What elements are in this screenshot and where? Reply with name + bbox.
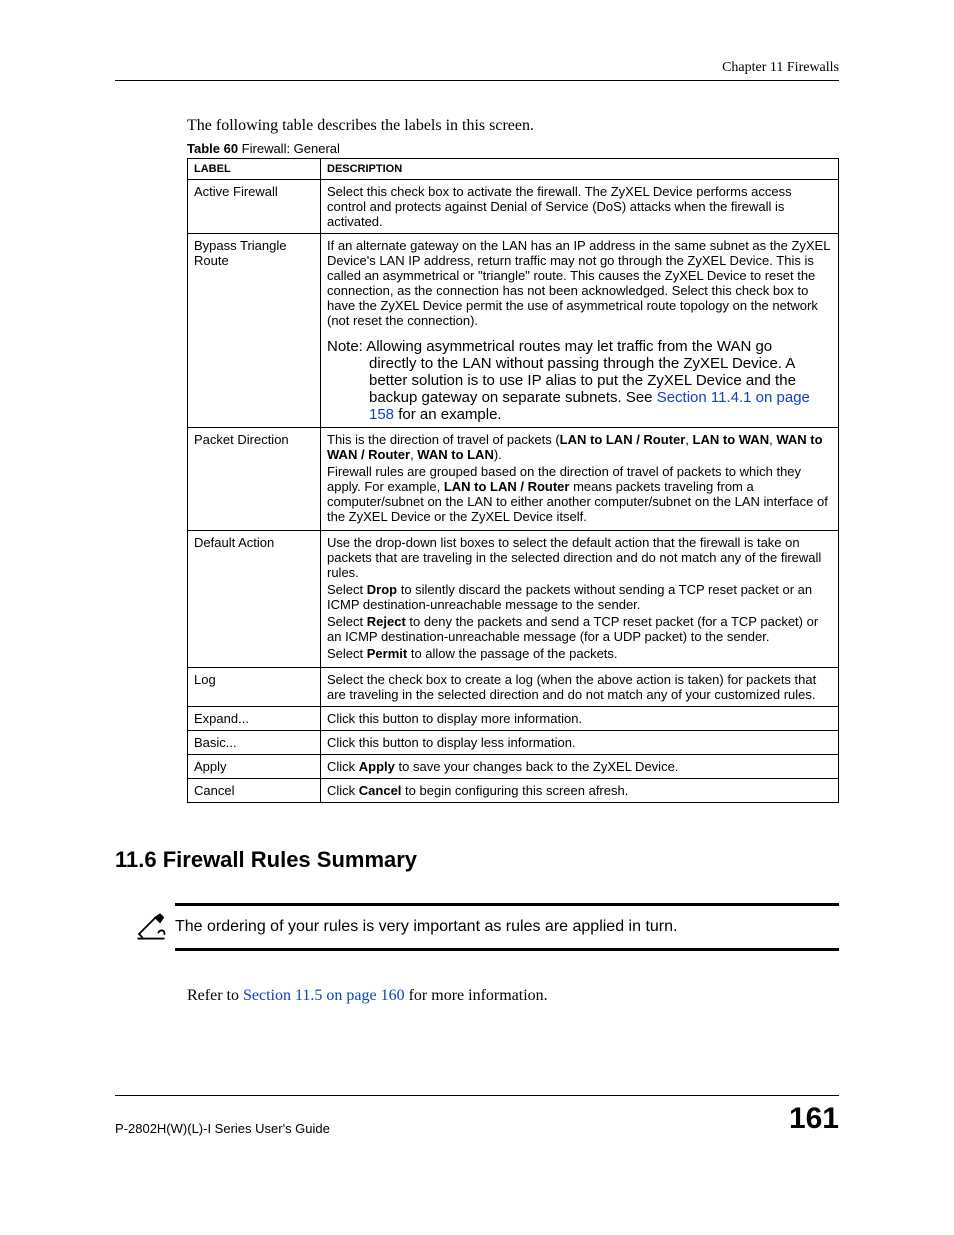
t: Drop [367, 582, 397, 597]
t: Permit [367, 646, 407, 661]
section-heading: 11.6 Firewall Rules Summary [115, 847, 839, 873]
t: to begin configuring this screen afresh. [401, 783, 628, 798]
section-link[interactable]: Section 11.5 on page 160 [243, 987, 405, 1004]
row-label: Apply [188, 755, 321, 779]
row-label: Basic... [188, 731, 321, 755]
t: Select [327, 646, 367, 661]
pd-line2: Firewall rules are grouped based on the … [327, 464, 832, 524]
firewall-general-table: LABEL DESCRIPTION Active Firewall Select… [187, 158, 839, 803]
note-lead: Note: Allowing asymmetrical routes may l… [327, 338, 772, 355]
table-row: Packet Direction This is the direction o… [188, 428, 839, 531]
table-row: Basic... Click this button to display le… [188, 731, 839, 755]
row-label: Packet Direction [188, 428, 321, 531]
t: Apply [359, 759, 395, 774]
refer-text: Refer to Section 11.5 on page 160 for mo… [187, 987, 839, 1005]
da-p4: Select Permit to allow the passage of th… [327, 646, 832, 661]
t: Click [327, 783, 359, 798]
t: Select [327, 582, 367, 597]
pd-line1: This is the direction of travel of packe… [327, 432, 832, 462]
footer-guide-name: P-2802H(W)(L)-I Series User's Guide [115, 1121, 330, 1136]
note-icon [127, 907, 175, 948]
table-row: Bypass Triangle Route If an alternate ga… [188, 234, 839, 428]
t: to silently discard the packets without … [327, 582, 812, 612]
row-label: Default Action [188, 531, 321, 668]
t: WAN to LAN [417, 447, 494, 462]
content-area: The following table describes the labels… [187, 117, 839, 1005]
t: for more information. [405, 987, 548, 1004]
page-number: 161 [789, 1102, 839, 1136]
table-row: Apply Click Apply to save your changes b… [188, 755, 839, 779]
t: Reject [367, 614, 406, 629]
note-body: directly to the LAN without passing thro… [327, 355, 832, 423]
t: to save your changes back to the ZyXEL D… [395, 759, 679, 774]
note-text: The ordering of your rules is very impor… [175, 903, 839, 951]
col-description: DESCRIPTION [321, 159, 839, 180]
intro-text: The following table describes the labels… [187, 117, 839, 135]
table-header-row: LABEL DESCRIPTION [188, 159, 839, 180]
table-row: Default Action Use the drop-down list bo… [188, 531, 839, 668]
bypass-note: Note: Allowing asymmetrical routes may l… [327, 338, 832, 423]
bypass-desc: If an alternate gateway on the LAN has a… [327, 238, 832, 328]
row-desc: Click this button to display more inform… [321, 707, 839, 731]
da-p2: Select Drop to silently discard the pack… [327, 582, 832, 612]
row-desc: Use the drop-down list boxes to select t… [321, 531, 839, 668]
row-label: Active Firewall [188, 180, 321, 234]
page: Chapter 11 Firewalls The following table… [0, 0, 954, 1186]
row-desc: Select this check box to activate the fi… [321, 180, 839, 234]
row-label: Bypass Triangle Route [188, 234, 321, 428]
row-label: Expand... [188, 707, 321, 731]
row-label: Cancel [188, 779, 321, 803]
col-label: LABEL [188, 159, 321, 180]
row-desc: Click Apply to save your changes back to… [321, 755, 839, 779]
table-row: Log Select the check box to create a log… [188, 668, 839, 707]
table-row: Active Firewall Select this check box to… [188, 180, 839, 234]
t: Refer to [187, 987, 243, 1004]
t: LAN to LAN / Router [560, 432, 686, 447]
row-desc: Select the check box to create a log (wh… [321, 668, 839, 707]
t: This is the direction of travel of packe… [327, 432, 560, 447]
t: , [685, 432, 692, 447]
t: ). [494, 447, 502, 462]
row-desc: Click Cancel to begin configuring this s… [321, 779, 839, 803]
table-row: Expand... Click this button to display m… [188, 707, 839, 731]
header-rule [115, 80, 839, 81]
row-desc: If an alternate gateway on the LAN has a… [321, 234, 839, 428]
t: Click [327, 759, 359, 774]
row-desc: Click this button to display less inform… [321, 731, 839, 755]
table-number: Table 60 [187, 141, 238, 156]
t: LAN to LAN / Router [444, 479, 570, 494]
t: to allow the passage of the packets. [407, 646, 617, 661]
note-callout: The ordering of your rules is very impor… [127, 903, 839, 951]
da-p3: Select Reject to deny the packets and se… [327, 614, 832, 644]
table-row: Cancel Click Cancel to begin configuring… [188, 779, 839, 803]
row-label: Log [188, 668, 321, 707]
chapter-header: Chapter 11 Firewalls [115, 60, 839, 76]
t: LAN to WAN [693, 432, 770, 447]
footer: P-2802H(W)(L)-I Series User's Guide 161 [115, 1095, 839, 1136]
t: Select [327, 614, 367, 629]
table-title: Firewall: General [238, 141, 340, 156]
t: Cancel [359, 783, 402, 798]
table-caption: Table 60 Firewall: General [187, 141, 839, 156]
note-tail: for an example. [394, 406, 502, 423]
row-desc: This is the direction of travel of packe… [321, 428, 839, 531]
da-p1: Use the drop-down list boxes to select t… [327, 535, 832, 580]
